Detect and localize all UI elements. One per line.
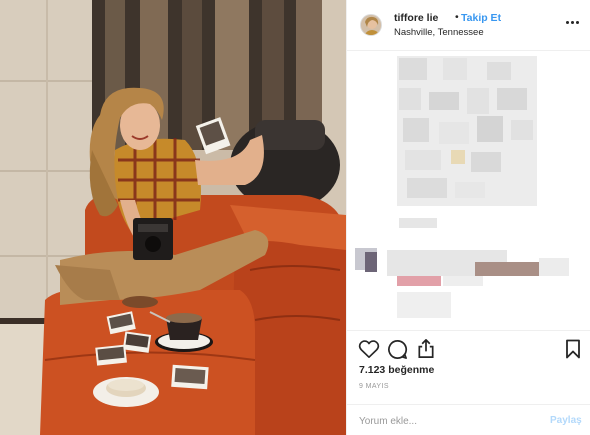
more-options-icon[interactable] — [565, 14, 581, 30]
likes-count[interactable]: 7.123 beğenme — [359, 364, 434, 376]
speech-bubble-icon[interactable] — [387, 339, 408, 360]
heart-icon[interactable] — [358, 339, 380, 359]
post-actions: 7.123 beğenme 9 MAYIS Paylaş — [347, 330, 590, 435]
comments-area-pixelated — [347, 52, 590, 330]
post-header: tiffore lie • Takip Et Nashville, Tennes… — [347, 0, 590, 51]
comment-form: Paylaş — [347, 404, 590, 435]
post-details-panel: tiffore lie • Takip Et Nashville, Tennes… — [346, 0, 590, 435]
comment-input[interactable] — [359, 411, 539, 431]
post-photo[interactable] — [0, 0, 346, 435]
share-icon[interactable] — [416, 338, 436, 359]
follow-button[interactable]: Takip Et — [461, 12, 501, 24]
separator-dot: • — [455, 11, 459, 23]
bookmark-icon[interactable] — [565, 339, 581, 359]
post-date[interactable]: 9 MAYIS — [359, 383, 389, 390]
username-link[interactable]: tiffore lie — [394, 12, 438, 24]
avatar[interactable] — [360, 14, 382, 36]
post-comment-button[interactable]: Paylaş — [550, 415, 582, 426]
location-link[interactable]: Nashville, Tennessee — [394, 27, 484, 38]
